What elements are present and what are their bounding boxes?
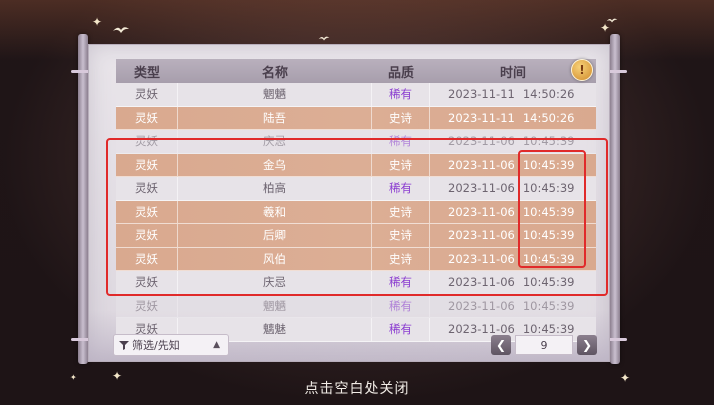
cell-time: 2023-11-11 14:50:26 <box>430 107 596 130</box>
cell-name: 陆吾 <box>178 106 372 129</box>
highlight-time-box <box>518 150 586 268</box>
cell-name: 魍魉 <box>178 83 372 106</box>
bird-icon <box>318 36 330 41</box>
table-row: 灵妖 魍魉 稀有 2023-11-06 10:45:39 <box>116 294 596 318</box>
cell-date: 2023-11-06 <box>448 298 515 313</box>
cell-type: 灵妖 <box>116 106 178 129</box>
chevron-up-icon: ▲ <box>213 340 220 350</box>
cell-time: 2023-11-11 14:50:26 <box>430 83 596 106</box>
table-row: 灵妖 陆吾 史诗 2023-11-11 14:50:26 <box>116 106 596 130</box>
cell-time: 2023-11-06 10:45:39 <box>430 295 596 318</box>
cell-quality: 史诗 <box>372 106 430 129</box>
cell-type: 灵妖 <box>116 83 178 106</box>
filter-label: 筛选/先知 <box>132 339 180 352</box>
cell-quality: 稀有 <box>372 318 430 341</box>
header-type: 类型 <box>133 65 160 81</box>
prev-page-button[interactable]: ❮ <box>491 335 511 355</box>
next-page-button[interactable]: ❯ <box>577 335 597 355</box>
scroll-rod-left <box>71 34 95 364</box>
cell-clock: 14:50:26 <box>522 87 575 102</box>
table-header: 类型 名称 品质 时间 <box>116 59 596 83</box>
cell-clock: 10:45:39 <box>522 298 575 313</box>
cell-clock: 14:50:26 <box>522 110 575 125</box>
cell-type: 灵妖 <box>116 294 178 317</box>
cell-quality: 稀有 <box>372 83 430 106</box>
close-hint-text[interactable]: 点击空白处关闭 <box>0 378 714 398</box>
header-quality: 品质 <box>387 65 414 81</box>
cell-name: 魍魉 <box>178 294 372 317</box>
pagination: ❮ 9 ❯ <box>491 335 597 355</box>
cell-date: 2023-11-11 <box>448 87 515 102</box>
game-screen[interactable]: ✦ ✦ ✦ ✦ ✦ 类型 名称 品质 时间 灵妖 魍魉 稀有 2023-11-11 14… <box>0 0 714 405</box>
info-icon: ! <box>579 63 585 77</box>
bird-icon <box>606 18 618 23</box>
page-number: 9 <box>515 335 573 355</box>
filter-dropdown[interactable]: 筛选/先知 ▲ <box>113 334 229 356</box>
funnel-icon <box>119 341 129 350</box>
scroll-rod-right <box>603 34 627 364</box>
header-name: 名称 <box>261 65 288 81</box>
bird-icon <box>113 27 129 33</box>
cell-quality: 稀有 <box>372 294 430 317</box>
table-row: 灵妖 魍魉 稀有 2023-11-11 14:50:26 <box>116 83 596 107</box>
sparkle-icon: ✦ <box>92 15 103 29</box>
info-button[interactable]: ! <box>571 59 593 81</box>
cell-date: 2023-11-11 <box>448 110 515 125</box>
